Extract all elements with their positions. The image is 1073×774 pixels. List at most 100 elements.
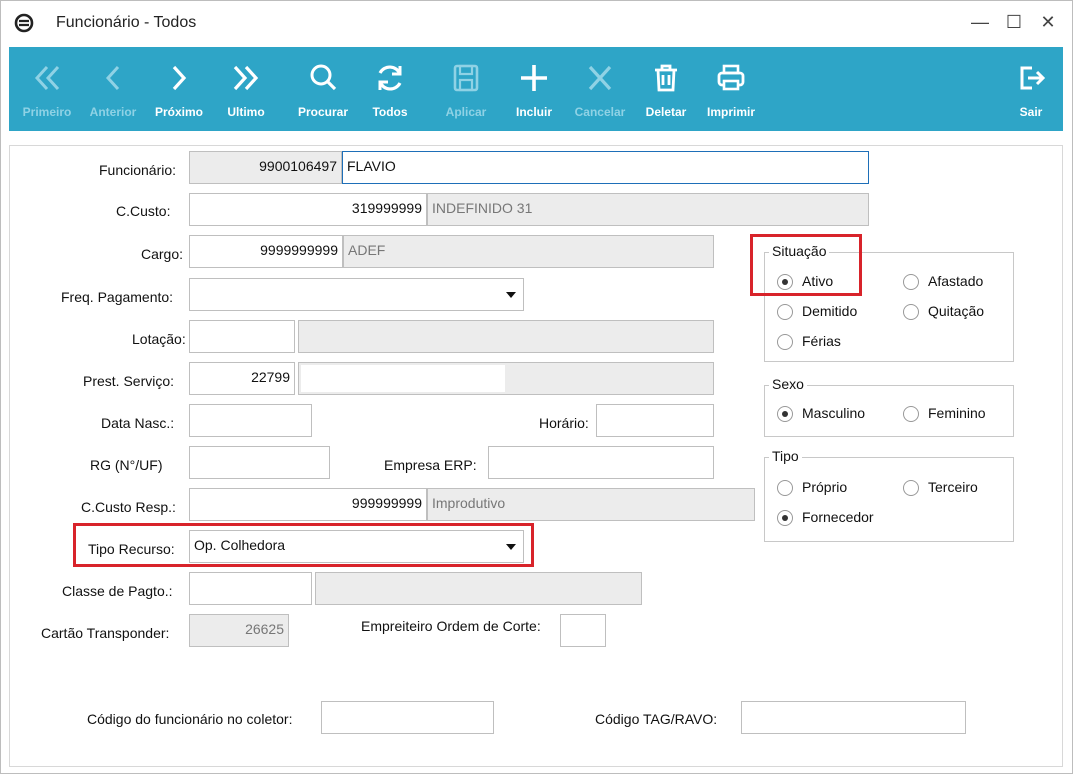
search-button[interactable]: Procurar <box>289 47 357 131</box>
situacao-option-label: Ativo <box>802 273 834 289</box>
sign-out-icon <box>1020 66 1046 90</box>
ccusto-code-field[interactable]: 319999999 <box>189 193 427 226</box>
close-button[interactable]: ✕ <box>1035 9 1061 35</box>
tipo-recurso-select[interactable]: Op. Colhedora <box>189 530 524 563</box>
situacao-radio-demitido[interactable]: Demitido <box>777 303 877 323</box>
lotacao-desc-field <box>298 320 714 353</box>
situacao-option-label: Demitido <box>802 303 858 319</box>
trash-icon <box>655 64 677 92</box>
situacao-option-label: Afastado <box>928 273 984 289</box>
funcionario-label: Funcionário: <box>99 162 177 178</box>
save-icon <box>453 64 479 92</box>
ccusto-desc-field: INDEFINIDO 31 <box>427 193 869 226</box>
codigo-tag-field[interactable] <box>741 701 966 734</box>
double-chevron-right-icon <box>233 65 259 91</box>
ccusto-label: C.Custo: <box>116 203 171 219</box>
add-label: Incluir <box>515 105 552 119</box>
print-label: Imprimir <box>706 105 755 119</box>
apply-label: Aplicar <box>445 105 487 119</box>
employee-window: Funcionário - Todos — ☐ ✕ Primeiro Anter… <box>0 0 1073 774</box>
delete-button[interactable]: Deletar <box>637 47 695 131</box>
empresa-erp-label: Empresa ERP: <box>384 457 477 473</box>
situacao-radio-afastado[interactable]: Afastado <box>903 273 1003 293</box>
radio-empty-icon <box>903 304 919 320</box>
exit-button[interactable]: Sair <box>1009 47 1053 131</box>
plus-icon <box>521 65 547 91</box>
previous-button[interactable]: Anterior <box>83 47 143 131</box>
lotacao-code-field[interactable] <box>189 320 295 353</box>
empresa-erp-field[interactable] <box>488 446 714 479</box>
tipo-option-label: Próprio <box>802 479 848 495</box>
previous-label: Anterior <box>89 105 137 119</box>
radio-empty-icon <box>777 304 793 320</box>
cargo-code-field[interactable]: 9999999999 <box>189 235 343 268</box>
radio-empty-icon <box>777 334 793 350</box>
situacao-option-label: Quitação <box>928 303 985 319</box>
window-title: Funcionário - Todos <box>56 14 197 31</box>
last-button[interactable]: Ultimo <box>217 47 275 131</box>
all-label: Todos <box>372 105 408 119</box>
situacao-option-label: Férias <box>802 333 841 349</box>
lotacao-label: Lotação: <box>132 331 186 347</box>
ccusto-resp-label: C.Custo Resp.: <box>81 499 176 515</box>
empreiteiro-label: Empreiteiro Ordem de Corte: <box>361 618 541 634</box>
tipo-recurso-label: Tipo Recurso: <box>88 541 175 557</box>
codigo-coletor-field[interactable] <box>321 701 494 734</box>
empreiteiro-field[interactable] <box>560 614 606 647</box>
first-label: Primeiro <box>22 105 72 119</box>
radio-selected-icon <box>777 274 793 290</box>
search-icon <box>310 64 337 91</box>
sexo-radio-feminino[interactable]: Feminino <box>903 405 1003 425</box>
tipo-group <box>764 457 1014 542</box>
search-label: Procurar <box>297 105 349 119</box>
refresh-icon <box>378 65 402 91</box>
situacao-radio-ferias[interactable]: Férias <box>777 333 857 353</box>
print-button[interactable]: Imprimir <box>699 47 763 131</box>
next-button[interactable]: Próximo <box>148 47 210 131</box>
chevron-right-icon <box>172 65 187 91</box>
first-button[interactable]: Primeiro <box>13 47 81 131</box>
double-chevron-left-icon <box>34 65 60 91</box>
classe-pagto-code-field[interactable] <box>189 572 312 605</box>
sexo-option-label: Masculino <box>802 405 866 421</box>
codigo-coletor-label: Código do funcionário no coletor: <box>87 711 293 727</box>
horario-label: Horário: <box>539 415 589 431</box>
data-nasc-field[interactable] <box>189 404 312 437</box>
prest-servico-code-field[interactable]: 22799 <box>189 362 295 395</box>
radio-empty-icon <box>903 480 919 496</box>
maximize-button[interactable]: ☐ <box>1001 9 1027 35</box>
situacao-title: Situação <box>769 243 830 259</box>
freq-pagamento-label: Freq. Pagamento: <box>61 289 174 305</box>
funcionario-code-field[interactable]: 9900106497 <box>189 151 342 184</box>
app-logo-icon <box>14 13 34 33</box>
chevron-left-icon <box>105 65 120 91</box>
cartao-transponder-label: Cartão Transponder: <box>41 625 170 641</box>
printer-icon <box>717 64 745 91</box>
dropdown-arrow-icon <box>506 544 516 550</box>
radio-selected-icon <box>777 406 793 422</box>
prest-servico-desc-field <box>298 362 714 395</box>
tipo-recurso-value: Op. Colhedora <box>194 537 286 553</box>
tipo-radio-fornecedor[interactable]: Fornecedor <box>777 509 897 529</box>
last-label: Ultimo <box>227 105 265 119</box>
situacao-radio-ativo[interactable]: Ativo <box>777 273 857 293</box>
apply-button[interactable]: Aplicar <box>433 47 499 131</box>
classe-pagto-label: Classe de Pagto.: <box>62 583 173 599</box>
all-button[interactable]: Todos <box>361 47 419 131</box>
codigo-tag-label: Código TAG/RAVO: <box>595 711 718 727</box>
tipo-radio-terceiro[interactable]: Terceiro <box>903 479 1003 499</box>
situacao-radio-quitacao[interactable]: Quitação <box>903 303 1003 323</box>
rg-field[interactable] <box>189 446 330 479</box>
minimize-button[interactable]: — <box>967 9 993 35</box>
funcionario-name-field[interactable]: FLAVIO <box>342 151 869 184</box>
ccusto-resp-code-field[interactable]: 999999999 <box>189 488 427 521</box>
cancel-button[interactable]: Cancelar <box>567 47 633 131</box>
add-button[interactable]: Incluir <box>503 47 565 131</box>
cancel-label: Cancelar <box>574 105 626 119</box>
next-label: Próximo <box>154 105 203 119</box>
tipo-title: Tipo <box>769 448 802 464</box>
horario-field[interactable] <box>596 404 714 437</box>
sexo-radio-masculino[interactable]: Masculino <box>777 405 887 425</box>
tipo-radio-proprio[interactable]: Próprio <box>777 479 867 499</box>
freq-pagamento-select[interactable] <box>189 278 524 311</box>
